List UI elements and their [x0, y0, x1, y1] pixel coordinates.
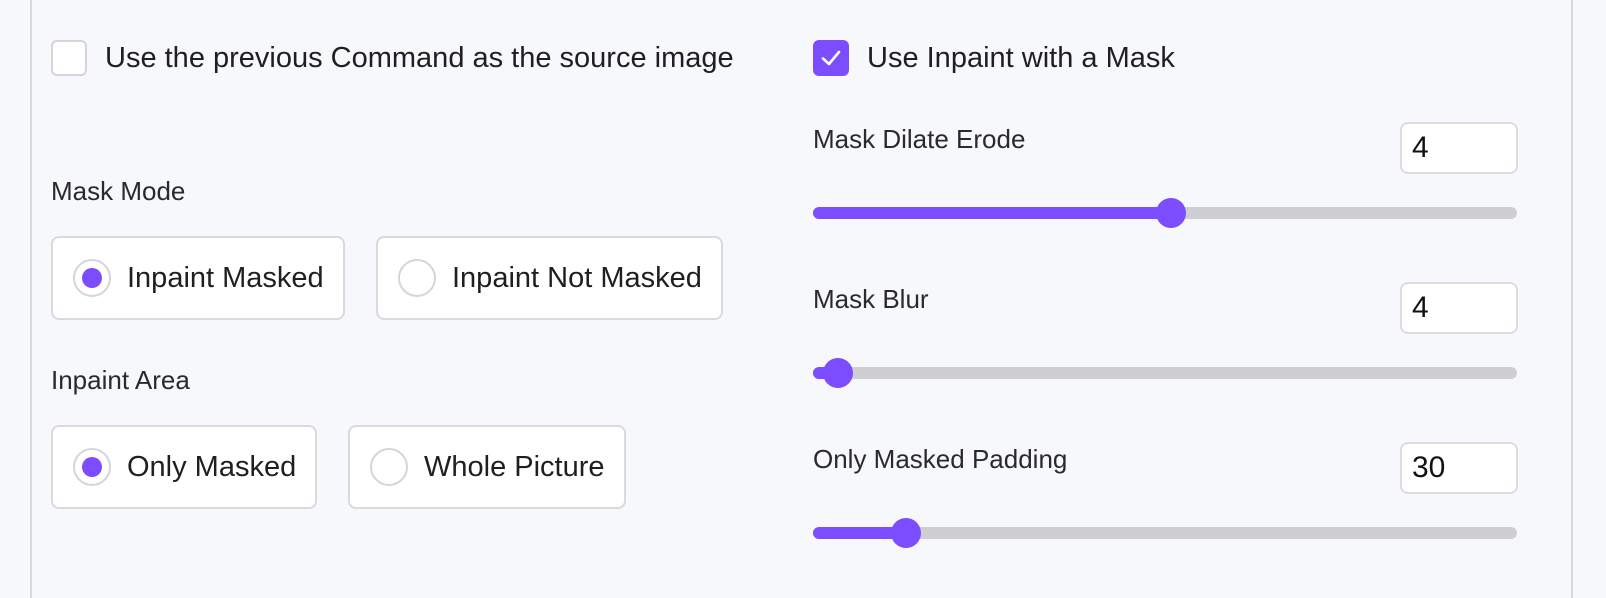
mask-blur-input[interactable]: 4: [1400, 282, 1518, 334]
radio-label-inpaint-masked: Inpaint Masked: [127, 261, 324, 294]
only-masked-padding-slider[interactable]: [813, 518, 1517, 548]
mask-blur-label: Mask Blur: [813, 284, 929, 314]
radio-circle-only-masked[interactable]: [73, 448, 111, 486]
slider-fill: [813, 207, 1171, 219]
radio-selected-dot: [82, 268, 102, 288]
slider-thumb[interactable]: [890, 518, 921, 548]
use-inpaint-mask-label: Use Inpaint with a Mask: [867, 41, 1175, 74]
mask-dilate-erode-label: Mask Dilate Erode: [813, 124, 1026, 154]
radio-selected-dot: [82, 457, 102, 477]
radio-circle-whole-picture[interactable]: [370, 448, 408, 486]
slider-thumb[interactable]: [1155, 198, 1186, 228]
only-masked-padding-input[interactable]: 30: [1400, 442, 1518, 494]
use-previous-command-checkbox-row[interactable]: Use the previous Command as the source i…: [51, 40, 734, 76]
radio-inpaint-masked[interactable]: Inpaint Masked: [51, 236, 345, 320]
mask-mode-label: Mask Mode: [51, 176, 186, 206]
radio-inpaint-not-masked[interactable]: Inpaint Not Masked: [376, 236, 723, 320]
check-icon: [821, 50, 841, 66]
slider-thumb[interactable]: [822, 358, 853, 388]
use-previous-command-label: Use the previous Command as the source i…: [105, 41, 734, 74]
mask-dilate-erode-input[interactable]: 4: [1400, 122, 1518, 174]
inpaint-area-label: Inpaint Area: [51, 365, 190, 395]
radio-label-only-masked: Only Masked: [127, 450, 297, 483]
radio-only-masked[interactable]: Only Masked: [51, 425, 317, 509]
only-masked-padding-label: Only Masked Padding: [813, 444, 1068, 474]
use-previous-command-checkbox[interactable]: [51, 40, 87, 76]
use-inpaint-mask-checkbox-row[interactable]: Use Inpaint with a Mask: [813, 40, 1175, 76]
radio-circle-inpaint-not-masked[interactable]: [398, 259, 436, 297]
radio-label-whole-picture: Whole Picture: [424, 450, 605, 483]
radio-whole-picture[interactable]: Whole Picture: [348, 425, 626, 509]
radio-label-inpaint-not-masked: Inpaint Not Masked: [452, 261, 702, 294]
mask-dilate-erode-slider[interactable]: [813, 198, 1517, 228]
use-inpaint-mask-checkbox[interactable]: [813, 40, 849, 76]
mask-blur-slider[interactable]: [813, 358, 1517, 388]
radio-circle-inpaint-masked[interactable]: [73, 259, 111, 297]
